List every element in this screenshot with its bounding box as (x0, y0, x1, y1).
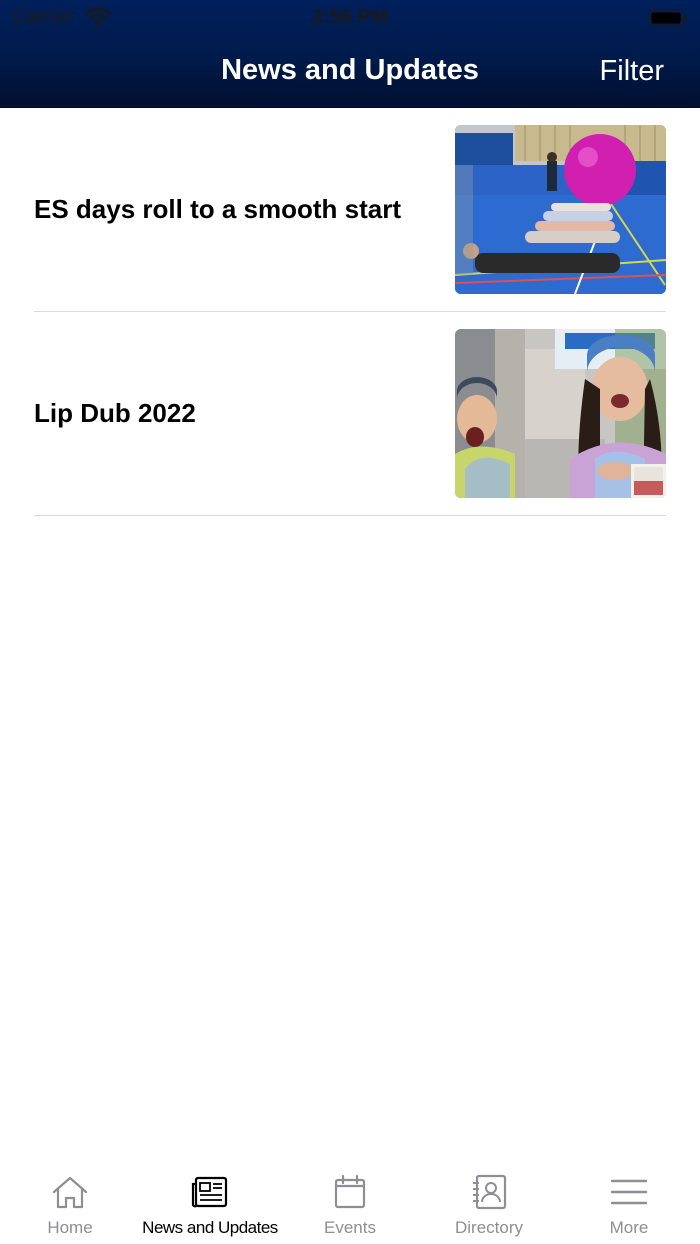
tab-more[interactable]: More (559, 1160, 699, 1244)
tab-label: More (609, 1218, 649, 1237)
menu-icon (610, 1179, 648, 1205)
status-time: 2:56 PM (312, 6, 388, 28)
tab-home[interactable]: Home (0, 1160, 140, 1244)
tab-news-and-updates[interactable]: News and Updates (140, 1160, 280, 1244)
divider (34, 515, 666, 516)
tab-label: Home (47, 1218, 93, 1237)
home-icon (52, 1176, 88, 1209)
tab-label: Directory (454, 1218, 523, 1237)
news-item-title: ES days roll to a smooth start (34, 194, 401, 224)
tab-directory[interactable]: Directory (419, 1160, 559, 1244)
battery-icon (648, 9, 687, 27)
app-header: Carrier 2:56 PM News and Updates Filter (0, 0, 700, 108)
news-item[interactable]: ES days roll to a smooth start (0, 108, 700, 312)
newspaper-icon (191, 1176, 228, 1208)
news-item[interactable]: Lip Dub 2022 (0, 312, 700, 516)
news-list: ES days roll to a smooth start Lip Dub 2… (0, 108, 700, 516)
tab-label: News and Updates (142, 1218, 278, 1237)
contact-book-icon (473, 1174, 507, 1210)
tab-bar: Home News and Updates Events Directory M… (0, 1160, 700, 1244)
tab-label: Events (324, 1218, 376, 1237)
news-item-thumbnail (455, 329, 666, 498)
news-item-title: Lip Dub 2022 (34, 398, 196, 428)
tab-events[interactable]: Events (280, 1160, 420, 1244)
news-item-thumbnail (455, 125, 666, 294)
filter-button[interactable]: Filter (600, 55, 664, 88)
calendar-icon (334, 1174, 366, 1209)
status-bar: Carrier 2:56 PM (0, 0, 700, 38)
page-title: News and Updates (221, 54, 479, 86)
